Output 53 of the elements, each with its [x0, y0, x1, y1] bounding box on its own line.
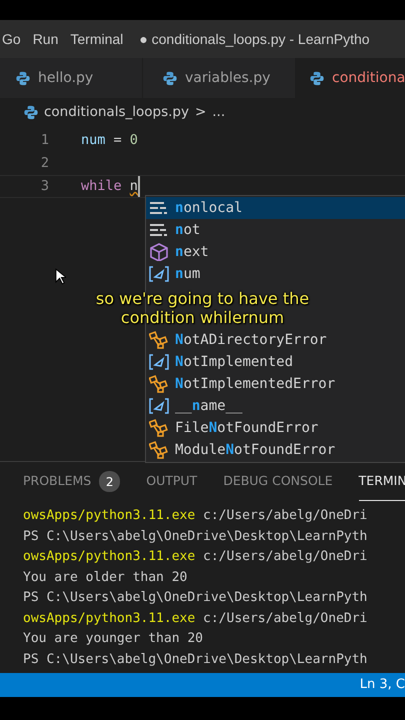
- class-icon: [149, 375, 169, 393]
- panel-tab[interactable]: PROBLEMS 2: [23, 462, 120, 501]
- suggestion-item[interactable]: next: [146, 241, 405, 263]
- class-icon: [149, 419, 169, 437]
- code-line: num = 0: [81, 131, 138, 150]
- class-icon: [149, 441, 169, 459]
- terminal-line: You are older than 20: [23, 568, 188, 586]
- class-icon: [149, 331, 169, 349]
- mouse-pointer-icon: [55, 268, 66, 285]
- terminal-line: You are younger than 20: [23, 630, 204, 648]
- terminal-line: PS C:\Users\abelg\OneDrive\Desktop\LearnPyth: [23, 528, 368, 546]
- python-file-icon: [310, 70, 324, 86]
- line-number: 2: [40, 154, 49, 174]
- suggestion-item[interactable]: ModuleNotFoundError: [146, 439, 405, 461]
- suggestion-item[interactable]: NotImplementedError: [146, 373, 405, 395]
- variable-icon: [149, 265, 169, 283]
- python-file-icon: [163, 70, 177, 86]
- caption-text: so we're going to have the: [96, 289, 310, 308]
- suggestion-item[interactable]: NotImplemented: [146, 351, 405, 373]
- keyword-icon: [149, 199, 169, 217]
- cube-icon: [149, 243, 169, 261]
- code-line: while n: [81, 176, 140, 197]
- caption-text: condition whilernum: [120, 308, 284, 327]
- window-title: ● conditionals_loops.py - LearnPytho: [139, 30, 370, 49]
- terminal-line: PS C:\Users\abelg\OneDrive\Desktop\LearnPyth: [23, 589, 368, 607]
- panel-tab[interactable]: OUTPUT: [146, 462, 198, 501]
- problem-count: 2: [99, 471, 120, 492]
- breadcrumb-item[interactable]: conditionals_loops.py: [44, 102, 189, 122]
- menu-item[interactable]: Terminal: [70, 28, 124, 50]
- python-file-icon: [24, 104, 38, 120]
- line-number: 1: [40, 131, 49, 150]
- menu-item[interactable]: Run: [32, 28, 58, 50]
- keyword-icon: [149, 221, 169, 239]
- variable-icon: [149, 353, 169, 371]
- python-file-icon: [16, 70, 30, 86]
- suggestion-item[interactable]: num: [146, 263, 405, 285]
- panel-tab[interactable]: DEBUG CONSOLE: [223, 462, 333, 501]
- terminal-line: owsApps/python3.11.exe c:/Users/abelg/OneDri: [23, 548, 368, 566]
- suggestion-item[interactable]: FileNotFoundError: [146, 417, 405, 439]
- file-tab[interactable]: conditiona: [296, 58, 405, 98]
- terminal-line: PS C:\Users\abelg\OneDrive\Desktop\LearnPyth: [23, 650, 368, 668]
- suggestion-item[interactable]: not: [146, 219, 405, 241]
- suggestion-item[interactable]: __name__: [146, 395, 405, 417]
- breadcrumb-item[interactable]: ...: [212, 102, 226, 122]
- terminal-line: owsApps/python3.11.exe c:/Users/abelg/OneDri: [23, 610, 368, 628]
- suggestion-item[interactable]: nonlocal: [146, 197, 405, 219]
- terminal-line: owsApps/python3.11.exe c:/Users/abelg/OneDri: [23, 507, 368, 525]
- suggestion-item[interactable]: NotADirectoryError: [146, 329, 405, 351]
- line-number: 3: [40, 177, 49, 196]
- variable-icon: [149, 397, 169, 415]
- menu-item[interactable]: Go: [2, 28, 21, 50]
- breadcrumb-separator: >: [194, 102, 206, 122]
- cursor-position[interactable]: Ln 3, C: [360, 675, 405, 695]
